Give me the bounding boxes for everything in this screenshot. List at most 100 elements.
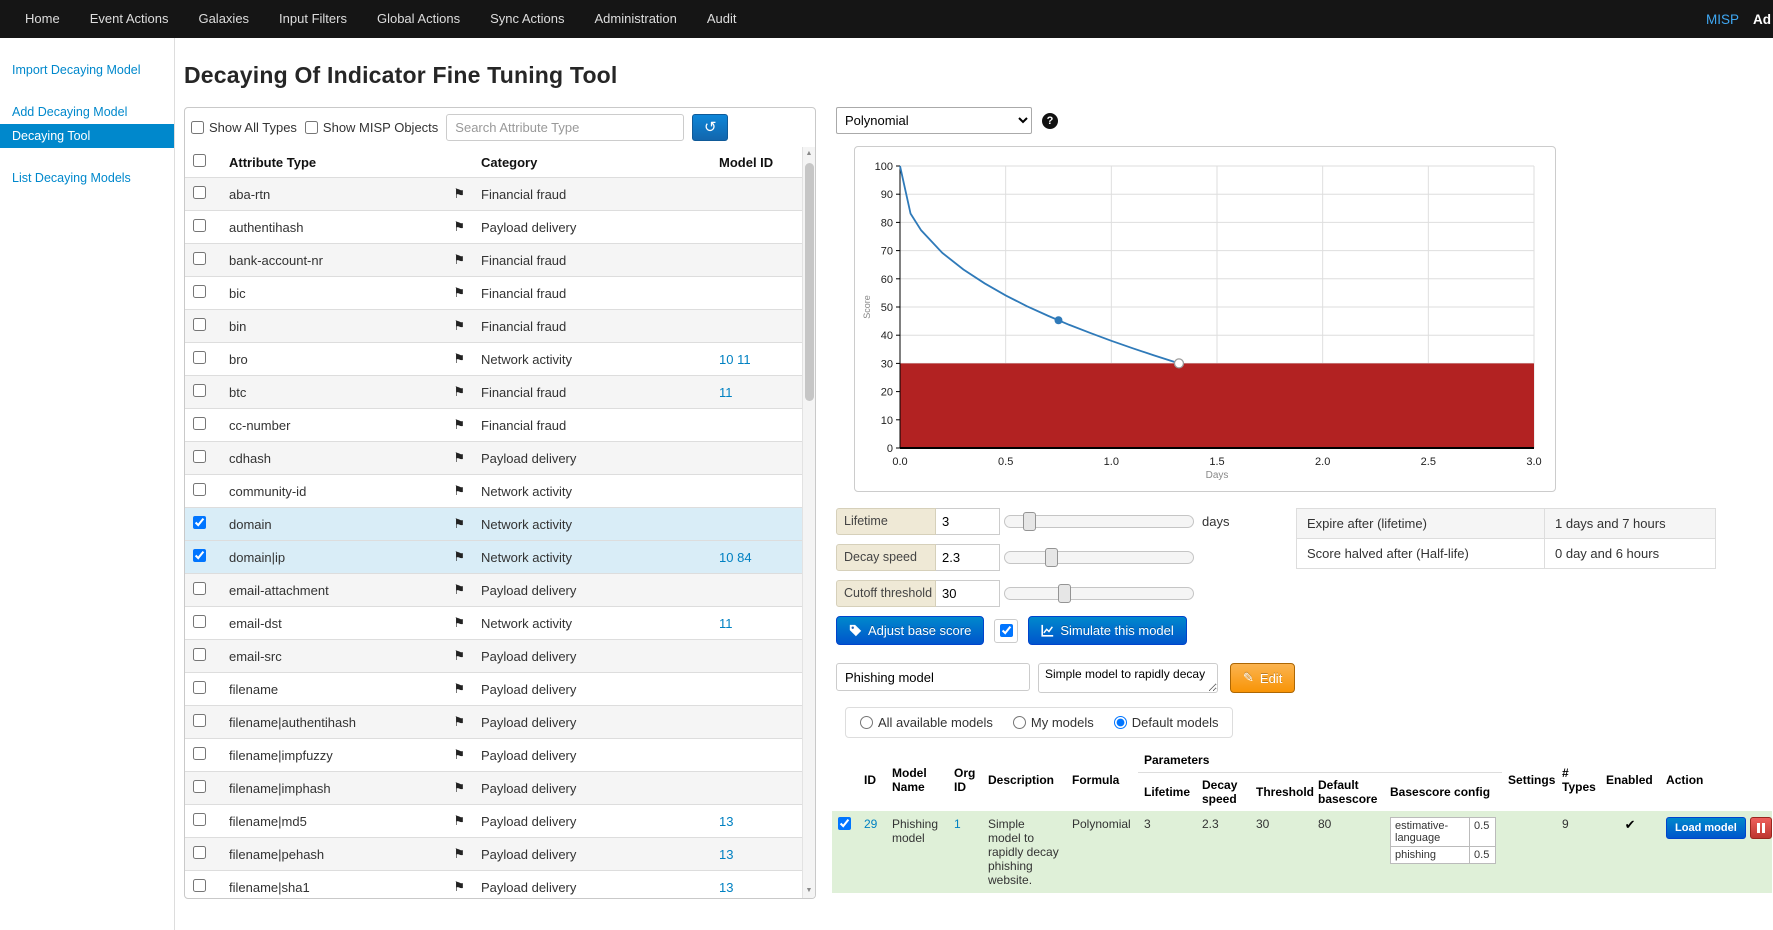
attribute-row-btc[interactable]: btc⚑Financial fraud11: [185, 376, 805, 409]
attribute-checkbox[interactable]: [193, 285, 206, 298]
nav-item-input-filters[interactable]: Input Filters: [264, 0, 362, 38]
default-models-radio[interactable]: [1114, 716, 1127, 729]
attribute-checkbox[interactable]: [193, 516, 206, 529]
flag-icon[interactable]: ⚑: [453, 417, 465, 433]
load-model-button[interactable]: Load model: [1666, 817, 1746, 839]
radio-my-models[interactable]: My models: [1013, 715, 1094, 730]
attribute-row-bro[interactable]: bro⚑Network activity10 11: [185, 343, 805, 376]
flag-icon[interactable]: ⚑: [453, 450, 465, 466]
show-misp-objects-toggle[interactable]: Show MISP Objects: [305, 120, 438, 135]
attached-model-id-link[interactable]: 13: [719, 814, 733, 829]
flag-icon[interactable]: ⚑: [453, 648, 465, 664]
lifetime-slider[interactable]: [1004, 512, 1194, 532]
scrollbar-thumb[interactable]: [805, 163, 814, 401]
flag-icon[interactable]: ⚑: [453, 780, 465, 796]
attribute-checkbox[interactable]: [193, 549, 206, 562]
model-row-checkbox[interactable]: [838, 817, 851, 830]
attached-model-id-link[interactable]: 11: [737, 352, 751, 367]
flag-icon[interactable]: ⚑: [453, 549, 465, 565]
flag-icon[interactable]: ⚑: [453, 186, 465, 202]
flag-icon[interactable]: ⚑: [453, 252, 465, 268]
attribute-row-email-dst[interactable]: email-dst⚑Network activity11: [185, 607, 805, 640]
flag-icon[interactable]: ⚑: [453, 582, 465, 598]
attribute-checkbox[interactable]: [193, 648, 206, 661]
attribute-checkbox[interactable]: [193, 813, 206, 826]
nav-user-menu[interactable]: Ad: [1753, 12, 1773, 27]
flag-icon[interactable]: ⚑: [453, 285, 465, 301]
refresh-button[interactable]: ↺: [692, 114, 728, 141]
attribute-checkbox[interactable]: [193, 318, 206, 331]
model-id-link[interactable]: 29: [864, 817, 877, 831]
org-id-link[interactable]: 1: [954, 817, 961, 831]
adjust-base-score-button[interactable]: Adjust base score: [836, 616, 984, 645]
scrollbar[interactable]: ▲ ▼: [802, 147, 815, 898]
attribute-checkbox[interactable]: [193, 714, 206, 727]
pause-model-button[interactable]: [1750, 817, 1772, 839]
flag-icon[interactable]: ⚑: [453, 384, 465, 400]
show-all-types-checkbox[interactable]: [191, 121, 204, 134]
decay-speed-input[interactable]: [936, 544, 1000, 571]
attached-model-id-link[interactable]: 10: [719, 550, 733, 565]
cutoff-threshold-slider[interactable]: [1004, 584, 1194, 604]
adjust-base-score-checkbox[interactable]: [1000, 624, 1013, 637]
sidebar-item-add-decaying-model[interactable]: Add Decaying Model: [0, 100, 174, 124]
flag-icon[interactable]: ⚑: [453, 813, 465, 829]
attribute-row-domain[interactable]: domain⚑Network activity: [185, 508, 805, 541]
attribute-row-cc-number[interactable]: cc-number⚑Financial fraud: [185, 409, 805, 442]
formula-select[interactable]: Polynomial: [836, 107, 1032, 134]
show-all-types-toggle[interactable]: Show All Types: [191, 120, 297, 135]
attribute-checkbox[interactable]: [193, 582, 206, 595]
simulate-model-button[interactable]: Simulate this model: [1028, 616, 1186, 645]
attribute-checkbox[interactable]: [193, 384, 206, 397]
flag-icon[interactable]: ⚑: [453, 318, 465, 334]
edit-model-button[interactable]: ✎ Edit: [1230, 663, 1295, 693]
flag-icon[interactable]: ⚑: [453, 681, 465, 697]
model-description-textarea[interactable]: Simple model to rapidly decay: [1038, 663, 1218, 693]
attribute-checkbox[interactable]: [193, 186, 206, 199]
model-name-input[interactable]: [836, 663, 1030, 691]
attribute-checkbox[interactable]: [193, 681, 206, 694]
attribute-row-aba-rtn[interactable]: aba-rtn⚑Financial fraud: [185, 178, 805, 211]
nav-item-event-actions[interactable]: Event Actions: [75, 0, 184, 38]
flag-icon[interactable]: ⚑: [453, 516, 465, 532]
decay-speed-slider[interactable]: [1004, 548, 1194, 568]
attribute-checkbox[interactable]: [193, 417, 206, 430]
attribute-row-filename[interactable]: filename⚑Payload delivery: [185, 673, 805, 706]
attribute-row-email-src[interactable]: email-src⚑Payload delivery: [185, 640, 805, 673]
attribute-checkbox[interactable]: [193, 747, 206, 760]
flag-icon[interactable]: ⚑: [453, 879, 465, 895]
lifetime-input[interactable]: [936, 508, 1000, 535]
all-available-models-radio[interactable]: [860, 716, 873, 729]
attribute-row-authentihash[interactable]: authentihash⚑Payload delivery: [185, 211, 805, 244]
radio-all-available-models[interactable]: All available models: [860, 715, 993, 730]
nav-item-administration[interactable]: Administration: [580, 0, 692, 38]
cutoff-threshold-input[interactable]: [936, 580, 1000, 607]
attribute-checkbox[interactable]: [193, 450, 206, 463]
attribute-checkbox[interactable]: [193, 219, 206, 232]
flag-icon[interactable]: ⚑: [453, 714, 465, 730]
attribute-checkbox[interactable]: [193, 846, 206, 859]
nav-item-galaxies[interactable]: Galaxies: [183, 0, 264, 38]
nav-item-audit[interactable]: Audit: [692, 0, 752, 38]
nav-item-home[interactable]: Home: [10, 0, 75, 38]
attached-model-id-link[interactable]: 13: [719, 880, 733, 895]
attribute-row-filename|pehash[interactable]: filename|pehash⚑Payload delivery13: [185, 838, 805, 871]
sidebar-item-decaying-tool[interactable]: Decaying Tool: [0, 124, 174, 148]
attribute-checkbox[interactable]: [193, 615, 206, 628]
attached-model-id-link[interactable]: 11: [719, 385, 733, 400]
attribute-row-filename|impfuzzy[interactable]: filename|impfuzzy⚑Payload delivery: [185, 739, 805, 772]
my-models-radio[interactable]: [1013, 716, 1026, 729]
attribute-row-cdhash[interactable]: cdhash⚑Payload delivery: [185, 442, 805, 475]
sidebar-item-list-decaying-models[interactable]: List Decaying Models: [0, 166, 174, 190]
attribute-row-filename|md5[interactable]: filename|md5⚑Payload delivery13: [185, 805, 805, 838]
flag-icon[interactable]: ⚑: [453, 846, 465, 862]
attribute-row-filename|authentihash[interactable]: filename|authentihash⚑Payload delivery: [185, 706, 805, 739]
attribute-checkbox[interactable]: [193, 252, 206, 265]
flag-icon[interactable]: ⚑: [453, 483, 465, 499]
scrollbar-down-icon[interactable]: ▼: [803, 884, 815, 898]
model-row[interactable]: 29 Phishing model 1 Simple model to rapi…: [832, 811, 1772, 893]
radio-default-models[interactable]: Default models: [1114, 715, 1219, 730]
flag-icon[interactable]: ⚑: [453, 351, 465, 367]
search-attribute-input[interactable]: [446, 114, 684, 141]
attribute-checkbox[interactable]: [193, 780, 206, 793]
